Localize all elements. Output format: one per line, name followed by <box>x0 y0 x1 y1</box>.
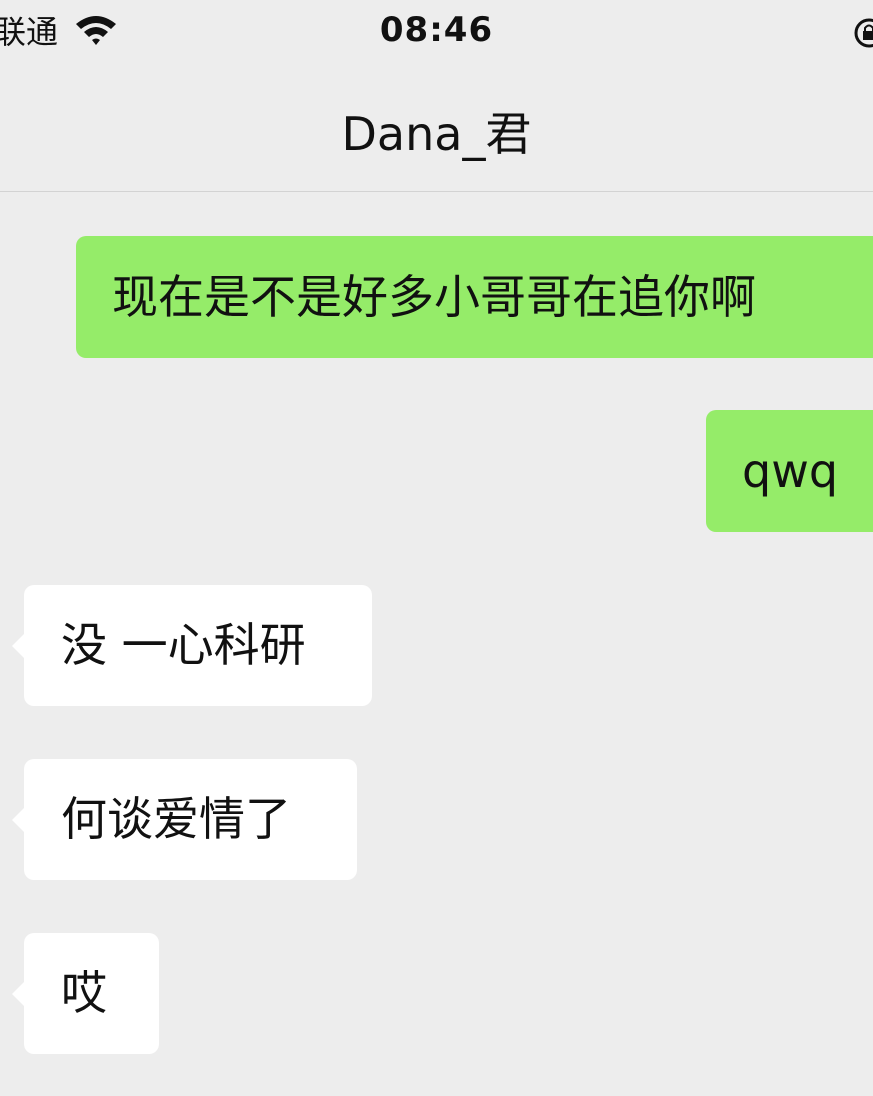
clock-time: 08:46 <box>379 10 494 50</box>
chat-screen: 联通 08:46 Dana_君 现在是不是好多小哥哥在追你啊 qwq 没 一心科… <box>0 0 873 1096</box>
message-bubble-outgoing[interactable]: qwq <box>706 410 873 532</box>
message-text: 现在是不是好多小哥哥在追你啊 <box>112 270 756 324</box>
message-text: 哎 <box>61 966 107 1020</box>
chat-title: Dana_君 <box>341 107 532 161</box>
message-bubble-incoming[interactable]: 何谈爱情了 <box>12 759 357 880</box>
message-text: qwq <box>742 444 839 498</box>
message-text: 没 一心科研 <box>61 618 306 672</box>
message-text: 何谈爱情了 <box>61 792 291 846</box>
message-bubble-outgoing[interactable]: 现在是不是好多小哥哥在追你啊 <box>76 236 873 358</box>
message-bubble-incoming[interactable]: 哎 <box>12 933 159 1054</box>
status-bar: 联通 08:46 <box>0 0 873 64</box>
orientation-lock-icon <box>854 18 873 48</box>
nav-bar: Dana_君 <box>0 64 873 192</box>
message-bubble-incoming[interactable]: 没 一心科研 <box>12 585 372 706</box>
